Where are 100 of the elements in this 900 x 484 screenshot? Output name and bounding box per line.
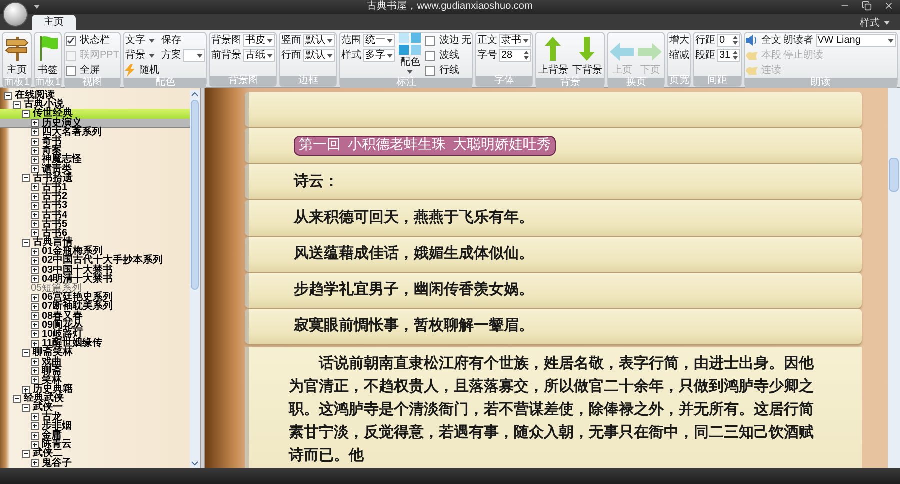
ribbon-large-button[interactable]: 书签 (36, 33, 60, 78)
expand-icon[interactable] (31, 138, 39, 146)
collapse-icon[interactable] (4, 92, 12, 100)
tree-item[interactable]: 奇书 (0, 136, 190, 146)
ribbon-large-button[interactable]: 下背景 (571, 33, 604, 78)
expand-icon[interactable] (22, 386, 30, 394)
tree-item[interactable]: 02中国古代十大手抄本系列 (0, 256, 190, 266)
expand-icon[interactable] (31, 294, 39, 302)
collapse-icon[interactable] (13, 394, 21, 403)
tree-item[interactable]: 07断袖耽美系列 (0, 302, 190, 312)
dropdown-field[interactable]: VW Liang (816, 34, 896, 47)
expand-icon[interactable] (31, 422, 39, 430)
dropdown-menu-button[interactable]: 文字 (125, 33, 160, 48)
collapse-icon[interactable] (22, 238, 30, 247)
checkbox[interactable] (425, 36, 436, 46)
ribbon-large-button[interactable]: 上背景 (537, 33, 570, 78)
expand-icon[interactable] (31, 367, 39, 376)
expand-icon[interactable] (31, 119, 39, 128)
tree-item[interactable]: 传世经典 (0, 109, 190, 119)
tree-item[interactable]: 经典武侠 (0, 394, 190, 404)
expand-icon[interactable] (31, 275, 39, 284)
tree-item[interactable]: 古书4 (0, 210, 190, 220)
scrollbar-thumb[interactable] (191, 100, 199, 290)
dropdown-field[interactable]: 默认 (303, 34, 336, 47)
expand-icon[interactable] (31, 128, 39, 136)
expand-icon[interactable] (31, 358, 39, 366)
ribbon-large-button[interactable]: 主页 (4, 33, 30, 78)
expand-icon[interactable] (31, 146, 39, 155)
ribbon-button[interactable]: 缩减 (669, 48, 690, 63)
restore-icon[interactable] (862, 1, 872, 11)
expand-icon[interactable] (31, 376, 39, 384)
tree-item[interactable]: 古书2 (0, 192, 190, 202)
tree-item[interactable]: 笑林 (0, 376, 190, 385)
ribbon-button[interactable]: 保存 (161, 33, 206, 48)
dropdown-field[interactable]: 古纸 (243, 49, 276, 62)
expand-icon[interactable] (31, 202, 39, 210)
tree-item[interactable]: 08春又春 (0, 312, 190, 321)
checkbox[interactable] (66, 36, 76, 46)
dropdown-field[interactable]: 默认 (303, 49, 336, 62)
checkbox[interactable] (425, 50, 436, 60)
color-scheme-button[interactable]: 配色 (397, 33, 424, 78)
spinner-field[interactable]: 28 (499, 49, 532, 62)
tree-item[interactable]: 06宫廷艳史系列 (0, 293, 190, 302)
expand-icon[interactable] (31, 459, 39, 468)
tree-item[interactable]: 古书5 (0, 220, 190, 229)
expand-icon[interactable] (31, 440, 39, 449)
tree-item[interactable]: 金庸 (0, 430, 190, 440)
dropdown-field[interactable]: 书皮 (243, 34, 276, 47)
dropdown-field[interactable]: 统一 (363, 34, 396, 47)
expand-icon[interactable] (31, 192, 39, 201)
scrollbar-thumb[interactable] (889, 158, 899, 192)
app-orb[interactable] (3, 2, 28, 27)
style-menu-button[interactable]: 样式 (860, 16, 890, 30)
spinner-field[interactable]: 31 (717, 49, 740, 62)
expand-icon[interactable] (31, 413, 39, 422)
scrollbar[interactable] (190, 90, 200, 468)
tree-item[interactable]: 鬼谷子 (0, 458, 190, 468)
expand-icon[interactable] (31, 183, 39, 192)
expand-icon[interactable] (31, 256, 39, 265)
collapse-icon[interactable] (22, 110, 30, 118)
expand-icon[interactable] (31, 220, 39, 228)
tree-item[interactable]: 谴责类 (0, 164, 190, 174)
expand-icon[interactable] (31, 211, 39, 220)
dropdown-field[interactable] (183, 49, 206, 62)
expand-icon[interactable] (31, 156, 39, 164)
collapse-icon[interactable] (22, 450, 30, 458)
checkbox[interactable] (66, 66, 76, 76)
tree-item[interactable]: 古书6 (0, 228, 190, 238)
quick-access-caret-icon[interactable] (34, 5, 40, 9)
tree-item[interactable]: 03中国十大禁书 (0, 266, 190, 275)
random-button[interactable]: 随机 (125, 63, 160, 78)
tree-item[interactable]: 四大名著系列 (0, 128, 190, 137)
ribbon-tab[interactable]: 主页 (32, 15, 76, 30)
expand-icon[interactable] (31, 302, 39, 311)
expand-icon[interactable] (31, 312, 39, 320)
checkbox[interactable] (425, 66, 436, 76)
dropdown-field[interactable]: 隶书 (499, 34, 532, 47)
expand-icon[interactable] (31, 165, 39, 174)
tree-item[interactable]: 武侠一 (0, 403, 190, 413)
tree-item[interactable]: 古书拾遗 (0, 174, 190, 183)
tree-item[interactable]: 古龙 (0, 412, 190, 422)
collapse-icon[interactable] (22, 404, 30, 412)
expand-icon[interactable] (31, 266, 39, 274)
tree-item[interactable]: 武侠二 (0, 449, 190, 458)
tree-item[interactable]: 古书1 (0, 182, 190, 192)
tree-item[interactable]: 神魔志怪 (0, 155, 190, 164)
read-all-button[interactable]: 全文 (746, 33, 782, 48)
ribbon-button[interactable]: 无 (461, 33, 472, 48)
expand-icon[interactable] (31, 340, 39, 348)
dropdown-field[interactable]: 多字 (363, 49, 396, 62)
collapse-icon[interactable] (13, 100, 21, 109)
spinner-field[interactable]: 0 (717, 34, 740, 47)
expand-icon[interactable] (31, 248, 39, 256)
tree-item[interactable]: 戏曲 (0, 357, 190, 367)
tree-item[interactable]: 古书3 (0, 201, 190, 210)
tree-item[interactable]: 04明清十大禁书 (0, 274, 190, 284)
scrollbar[interactable] (888, 88, 900, 468)
expand-icon[interactable] (31, 229, 39, 238)
tree-item[interactable]: 聊斋 (0, 366, 190, 376)
tree-item[interactable]: 历史演义 (0, 118, 190, 128)
